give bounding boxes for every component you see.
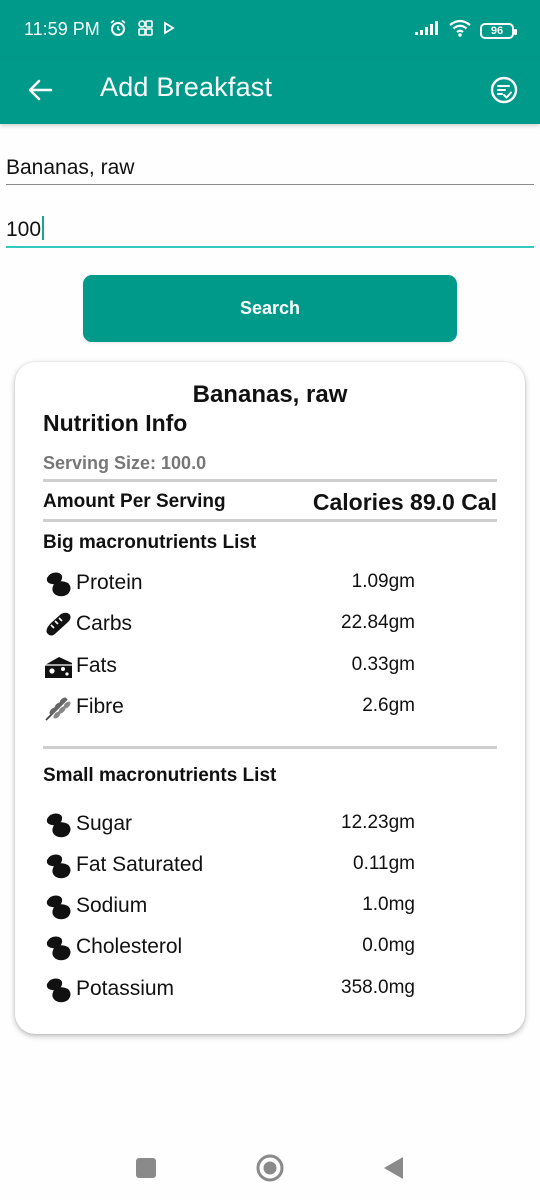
saved-list-button[interactable] — [482, 68, 526, 112]
food-icon — [43, 570, 73, 598]
status-time: 11:59 PM — [24, 19, 100, 39]
arrow-left-icon — [28, 79, 53, 101]
quantity-text: 100 — [6, 218, 42, 241]
divider — [43, 746, 497, 749]
list-item-protein: Protein 1.09gm — [43, 568, 415, 600]
list-item-carbs: Carbs 22.84gm — [43, 609, 415, 641]
list-item-sugar: Sugar 12.23gm — [43, 809, 415, 841]
bread-icon — [43, 611, 73, 639]
triangle-back-icon — [384, 1157, 403, 1179]
nutrient-name: Sodium — [76, 894, 148, 917]
divider — [43, 519, 497, 522]
serving-size: Serving Size: 100.0 — [43, 453, 207, 473]
nutrient-name: Sugar — [76, 812, 133, 835]
signal-icon — [414, 20, 440, 41]
nutrient-value: 358.0mg — [341, 977, 415, 998]
list-item-fat-saturated: Fat Saturated 0.11gm — [43, 850, 415, 882]
battery-icon: 96 — [480, 22, 517, 39]
search-button[interactable]: Search — [83, 275, 457, 342]
nutrient-value: 0.0mg — [362, 935, 415, 956]
wheat-icon — [43, 694, 73, 722]
quantity-input[interactable]: 100 — [6, 212, 534, 248]
nutrient-name: Fat Saturated — [76, 853, 204, 876]
list-item-fibre: Fibre 2.6gm — [43, 692, 415, 724]
back-nav-button[interactable] — [378, 1153, 408, 1183]
nutrient-value: 1.09gm — [351, 571, 415, 592]
nutrient-value: 0.11gm — [353, 853, 415, 874]
nutrient-name: Fibre — [76, 695, 124, 718]
status-icons-left — [109, 19, 175, 42]
divider — [43, 479, 497, 482]
page-title: Add Breakfast — [100, 72, 273, 102]
nutrition-card: Bananas, raw Nutrition Info Serving Size… — [15, 362, 525, 1034]
nutrient-name: Protein — [76, 571, 143, 594]
home-button[interactable] — [255, 1153, 285, 1183]
list-item-sodium: Sodium 1.0mg — [43, 891, 415, 923]
big-macros-heading: Big macronutrients List — [43, 532, 257, 553]
nutrient-value: 1.0mg — [362, 894, 415, 915]
circle-icon — [256, 1154, 284, 1182]
food-icon — [43, 976, 73, 1004]
food-icon — [43, 893, 73, 921]
cheese-icon — [43, 653, 73, 681]
list-check-icon — [490, 76, 518, 104]
alarm-icon — [109, 19, 127, 42]
food-icon — [43, 811, 73, 839]
app-screen: 11:59 PM 96 Add Breakfast Bananas, raw 1… — [0, 0, 540, 1200]
food-title: Bananas, raw — [192, 381, 348, 408]
system-nav-bar — [0, 1135, 540, 1200]
play-icon — [163, 21, 175, 40]
nutrient-name: Cholesterol — [76, 935, 183, 958]
text-caret — [42, 216, 45, 240]
nutrient-name: Carbs — [76, 612, 133, 635]
status-icons-right: 96 — [414, 19, 517, 42]
amount-per-serving-label: Amount Per Serving — [43, 491, 226, 512]
wifi-icon — [448, 19, 472, 42]
list-item-cholesterol: Cholesterol 0.0mg — [43, 932, 415, 964]
food-icon — [43, 852, 73, 880]
nutrient-value: 2.6gm — [362, 695, 415, 716]
food-icon — [43, 934, 73, 962]
nutrition-info-heading: Nutrition Info — [43, 410, 188, 436]
status-bar: 11:59 PM 96 — [0, 0, 540, 58]
calories-value: Calories 89.0 Cal — [312, 489, 497, 515]
nutrient-value: 22.84gm — [341, 612, 415, 633]
nutrient-value: 0.33gm — [351, 654, 415, 675]
nutrient-name: Fats — [76, 654, 117, 677]
quantity-value: 100 — [6, 216, 45, 242]
apps-icon — [137, 19, 153, 42]
nutrient-name: Potassium — [76, 977, 175, 1000]
nutrient-value: 12.23gm — [341, 812, 415, 833]
list-item-fats: Fats 0.33gm — [43, 651, 415, 683]
back-button[interactable] — [18, 68, 62, 112]
square-icon — [136, 1158, 156, 1178]
food-name-input[interactable] — [6, 152, 534, 185]
small-macros-heading: Small macronutrients List — [43, 765, 277, 786]
recents-button[interactable] — [131, 1153, 161, 1183]
list-item-potassium: Potassium 358.0mg — [43, 974, 415, 1006]
app-bar: Add Breakfast — [0, 58, 540, 124]
